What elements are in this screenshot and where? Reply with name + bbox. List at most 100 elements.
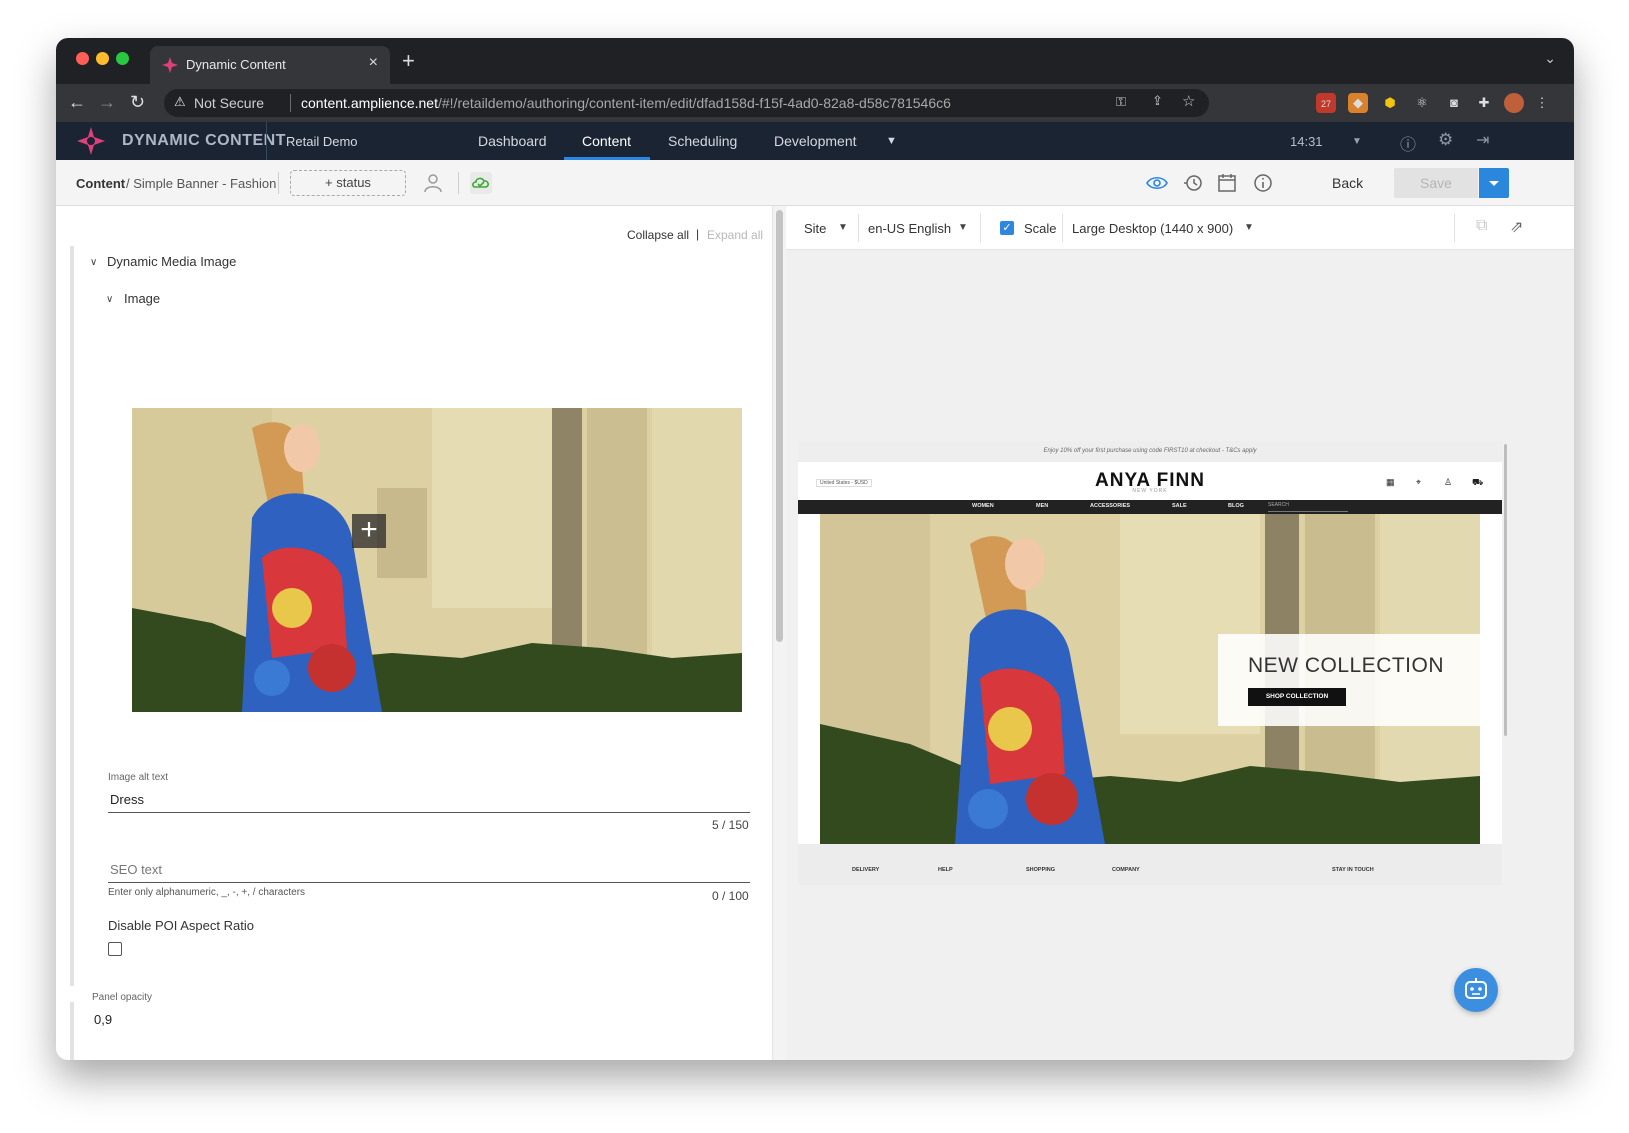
caret-down-icon[interactable]: ▼ <box>838 222 848 233</box>
new-tab-button[interactable]: + <box>402 48 415 74</box>
puzzle-extension-icon[interactable]: ✚ <box>1474 93 1494 113</box>
store-logo-subtitle: NEW YORK <box>1132 488 1168 494</box>
site-selector[interactable]: Site <box>804 221 826 236</box>
preview-divider <box>858 214 859 242</box>
locale-selector[interactable]: en-US English <box>868 221 951 236</box>
nav-scheduling[interactable]: Scheduling <box>668 133 737 149</box>
reload-icon[interactable]: ↻ <box>130 92 145 113</box>
store-search-input[interactable]: SEARCH <box>1268 502 1348 512</box>
visualization-panel: Site ▼ en-US English ▼ ✓ Scale Large Des… <box>786 206 1574 1060</box>
seo-text-counter: 0 / 100 <box>712 889 749 903</box>
share-icon[interactable]: ⇪ <box>1152 93 1163 109</box>
bookmark-star-icon[interactable]: ☆ <box>1182 92 1195 110</box>
fox-extension-icon[interactable]: ◆ <box>1348 93 1368 113</box>
chevron-down-icon[interactable]: ∨ <box>90 257 97 268</box>
hero-banner[interactable]: NEW COLLECTION SHOP COLLECTION <box>820 514 1480 844</box>
footer-company[interactable]: COMPANY <box>1112 867 1140 873</box>
chat-assistant-button[interactable] <box>1454 968 1498 1012</box>
logout-icon[interactable]: ⇥ <box>1476 130 1489 150</box>
footer-stay-in-touch[interactable]: STAY IN TOUCH <box>1332 867 1374 873</box>
device-selector[interactable]: Large Desktop (1440 x 900) <box>1072 221 1233 236</box>
cart-icon[interactable]: ⛟ <box>1472 477 1483 489</box>
assign-user-icon[interactable] <box>422 172 444 194</box>
breadcrumb-item: / Simple Banner - Fashion <box>126 176 277 191</box>
panel-opacity-label: Panel opacity <box>92 992 153 1003</box>
calendar-extension-icon[interactable]: 27 <box>1316 93 1336 113</box>
profile-avatar-icon[interactable] <box>1504 93 1524 113</box>
time-caret-icon[interactable]: ▼ <box>1352 136 1362 147</box>
hub-name[interactable]: Retail Demo <box>286 134 358 149</box>
address-bar[interactable]: ⚠ Not Secure content.amplience.net/#!/re… <box>164 89 1209 117</box>
scale-checkbox[interactable]: ✓ <box>1000 221 1014 235</box>
subsection-image[interactable]: Image <box>124 291 160 306</box>
forward-arrow-icon[interactable]: → <box>98 92 116 113</box>
history-icon[interactable] <box>1182 172 1204 194</box>
cloud-sync-icon[interactable] <box>470 172 492 194</box>
form-scrollbar-thumb[interactable] <box>776 210 783 642</box>
save-button[interactable]: Save <box>1394 168 1478 198</box>
save-options-dropdown[interactable] <box>1479 168 1509 198</box>
browser-tab[interactable]: Dynamic Content × <box>150 46 390 84</box>
breadcrumb-root[interactable]: Content <box>76 176 125 191</box>
key-icon[interactable]: ⚿ <box>1116 94 1126 110</box>
open-external-icon[interactable]: ⇗ <box>1510 217 1523 237</box>
nav-more-caret-icon[interactable]: ▼ <box>886 135 897 147</box>
preview-eye-icon[interactable] <box>1146 172 1168 194</box>
store-nav-women[interactable]: WOMEN <box>972 503 994 509</box>
seo-text-input[interactable]: SEO text <box>110 862 162 877</box>
store-locale[interactable]: United States - $USD <box>816 479 872 487</box>
footer-delivery[interactable]: DELIVERY <box>852 867 879 873</box>
nav-dashboard[interactable]: Dashboard <box>478 133 547 149</box>
cube-extension-icon[interactable]: ⬢ <box>1380 93 1400 113</box>
location-pin-icon[interactable]: ⌖ <box>1416 477 1421 488</box>
expand-all-link[interactable]: Expand all <box>707 228 763 242</box>
settings-gear-icon[interactable]: ⚙ <box>1438 130 1453 150</box>
browser-window: Dynamic Content × + ⌄ ← → ↻ ⚠ Not Secure… <box>56 38 1574 1060</box>
section-dynamic-media-image[interactable]: Dynamic Media Image <box>107 254 236 269</box>
toolbar-divider <box>458 172 459 194</box>
account-icon[interactable]: ♙ <box>1444 477 1452 488</box>
camera-extension-icon[interactable]: ◙ <box>1444 93 1464 113</box>
help-icon[interactable]: ⓘ <box>1400 131 1416 155</box>
brand-name: DYNAMIC CONTENT <box>122 132 286 149</box>
poi-aspect-checkbox[interactable] <box>108 942 122 956</box>
robot-icon <box>1465 978 1487 999</box>
poi-plus-icon[interactable]: + <box>352 514 386 548</box>
back-button[interactable]: Back <box>1332 175 1363 191</box>
nav-development[interactable]: Development <box>774 133 857 149</box>
nav-content[interactable]: Content <box>582 133 631 149</box>
collapse-all-link[interactable]: Collapse all <box>627 228 689 242</box>
alt-text-label: Image alt text <box>108 772 169 783</box>
back-arrow-icon[interactable]: ← <box>68 92 86 113</box>
image-poi-preview[interactable]: + <box>132 408 742 712</box>
browser-menu-icon[interactable]: ⋮ <box>1532 93 1552 113</box>
footer-help[interactable]: HELP <box>938 867 953 873</box>
caret-down-icon[interactable]: ▼ <box>1244 222 1254 233</box>
caret-down-icon[interactable]: ▼ <box>958 222 968 233</box>
panel-opacity-input[interactable]: 0,9 <box>94 1012 112 1027</box>
store-nav-sale[interactable]: SALE <box>1172 503 1187 509</box>
store-nav-blog[interactable]: BLOG <box>1228 503 1244 509</box>
footer-shopping[interactable]: SHOPPING <box>1026 867 1055 873</box>
chevron-down-icon[interactable]: ∨ <box>106 294 113 305</box>
zoom-window-button[interactable] <box>116 52 129 65</box>
rotate-device-icon[interactable]: ⧉ <box>1476 217 1487 235</box>
hero-title: NEW COLLECTION <box>1248 654 1445 677</box>
preview-scrollbar[interactable] <box>1504 444 1507 736</box>
close-window-button[interactable] <box>76 52 89 65</box>
atom-extension-icon[interactable]: ⚛ <box>1412 93 1432 113</box>
shop-collection-button[interactable]: SHOP COLLECTION <box>1248 688 1346 706</box>
close-tab-icon[interactable]: × <box>369 54 378 72</box>
tab-search-chevron-icon[interactable]: ⌄ <box>1544 50 1556 67</box>
minimize-window-button[interactable] <box>96 52 109 65</box>
form-scrollbar[interactable] <box>772 206 786 1060</box>
section-indent-bar <box>70 246 74 986</box>
info-icon[interactable] <box>1252 172 1274 194</box>
store-nav-accessories[interactable]: ACCESSORIES <box>1090 503 1130 509</box>
hero-text-card: NEW COLLECTION SHOP COLLECTION <box>1218 634 1480 726</box>
calendar-icon[interactable] <box>1216 172 1238 194</box>
alt-text-input[interactable]: Dress <box>110 792 144 807</box>
add-status-button[interactable]: + status <box>290 170 406 196</box>
store-finder-icon[interactable]: ▦ <box>1386 477 1395 488</box>
store-nav-men[interactable]: MEN <box>1036 503 1048 509</box>
